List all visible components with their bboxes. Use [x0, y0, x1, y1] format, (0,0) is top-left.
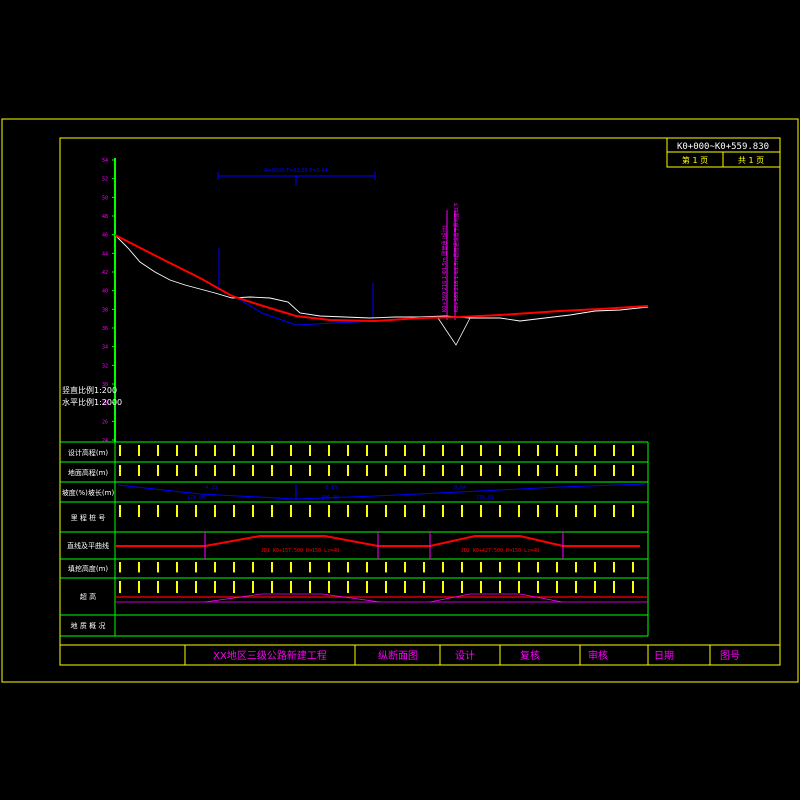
station-range-text: K0+000~K0+559.830 [677, 142, 769, 152]
grade-sub-2: 306.00 [321, 495, 339, 501]
row-labels: 设计高程(m) 地面高程(m) 坡度(%)坡长(m) 里 程 桩 号 直线及平曲… [62, 448, 115, 630]
project-title: XX地区三级公路新建工程 [213, 649, 327, 662]
date-label: 日期 [654, 650, 674, 662]
column-ticks [119, 445, 634, 593]
title-block: XX地区三级公路新建工程 纵断面图 设计 复核 审核 日期 图号 [60, 644, 780, 665]
vertical-scale-text: 竖直比例1:200 [62, 385, 117, 395]
elevation-tick-label: 54 [102, 158, 108, 164]
blue-station-markers [218, 248, 374, 318]
page-number-text: 第 1 页 [682, 155, 708, 165]
horizontal-scale-text: 水平比例1:2000 [62, 397, 122, 407]
row-label-ground-row: 填挖高度(m) [68, 564, 109, 573]
vertical-curve-text: R=8000 T=83.89 E=0.44 [264, 168, 328, 174]
row-label-superelev: 超 高 [80, 592, 96, 601]
data-table-grid [60, 441, 649, 637]
elevation-tick-label: 26 [102, 419, 108, 425]
superelevation-row [115, 593, 648, 603]
review-label: 复核 [520, 649, 540, 662]
drawing-title: 纵断面图 [378, 649, 418, 662]
page-total-text: 共 1 页 [738, 156, 764, 165]
approve-label: 审核 [588, 649, 608, 662]
elevation-tick-label: 42 [102, 270, 108, 276]
grade-text-1: -4.19 [202, 485, 217, 491]
culvert-annotation: K0+369.216 1-Φ1.5m 圆管涵 (设计) K0+369.216 1… [437, 202, 471, 346]
elevation-tick-label: 38 [102, 307, 108, 313]
alignment-row: JD1 K0+157.500 R=150 Ls=40 JD2 K0+427.50… [115, 532, 640, 559]
page-box: K0+000~K0+559.830 第 1 页 共 1 页 [666, 137, 781, 168]
elevation-tick-label: 48 [102, 214, 108, 220]
elevation-tick-label: 36 [102, 326, 108, 332]
design-line [114, 234, 649, 323]
culvert-note-text: K0+369.216 1-Φ1.5m圆管涵设置于原地面以下 [453, 202, 460, 312]
drawing-number-label: 图号 [720, 650, 740, 662]
row-label-ground-elev: 地面高程(m) [68, 468, 109, 477]
vertical-curve-annotation: R=8000 T=83.89 E=0.44 [217, 168, 376, 186]
elevation-tick-label: 50 [102, 195, 108, 201]
grade-text-2: -0.89 [322, 485, 337, 491]
elevation-tick-label: 32 [102, 363, 108, 369]
elevation-tick-label: 24 [102, 438, 108, 444]
row-label-alignment: 直线及平曲线 [67, 541, 109, 550]
profile-drawing-sheet: K0+000~K0+559.830 第 1 页 共 1 页 54 52 50 48 46… [1, 118, 799, 683]
culvert-text: K0+369.216 1-Φ1.5m 圆管涵 (设计) [441, 225, 448, 312]
row-label-grade: 坡度(%)坡长(m) [62, 488, 115, 497]
grade-sub-3: 175.83 [476, 495, 494, 501]
grade-sub-1: 178.00 [187, 495, 205, 501]
row-label-design-elev: 设计高程(m) [68, 448, 109, 457]
ground-line [114, 234, 649, 322]
design-label: 设计 [455, 649, 475, 662]
elevation-tick-label: 44 [102, 251, 108, 257]
curve-text-1: JD1 K0+157.500 R=150 Ls=40 [261, 548, 339, 554]
curve-text-2: JD2 K0+427.500 R=150 Ls=40 [461, 548, 539, 554]
row-label-station: 里 程 桩 号 [71, 513, 106, 522]
elevation-tick-label: 34 [102, 345, 108, 351]
elevation-tick-label: 46 [102, 233, 108, 239]
grade-text-3: 0.64 [454, 485, 466, 491]
elevation-tick-label: 40 [102, 289, 108, 295]
row-label-geology: 地 质 概 况 [71, 621, 106, 630]
grade-row: -4.19 178.00 -0.89 306.00 0.64 175.83 [117, 483, 646, 501]
elevation-tick-label: 52 [102, 177, 108, 183]
inner-frame [59, 137, 781, 666]
